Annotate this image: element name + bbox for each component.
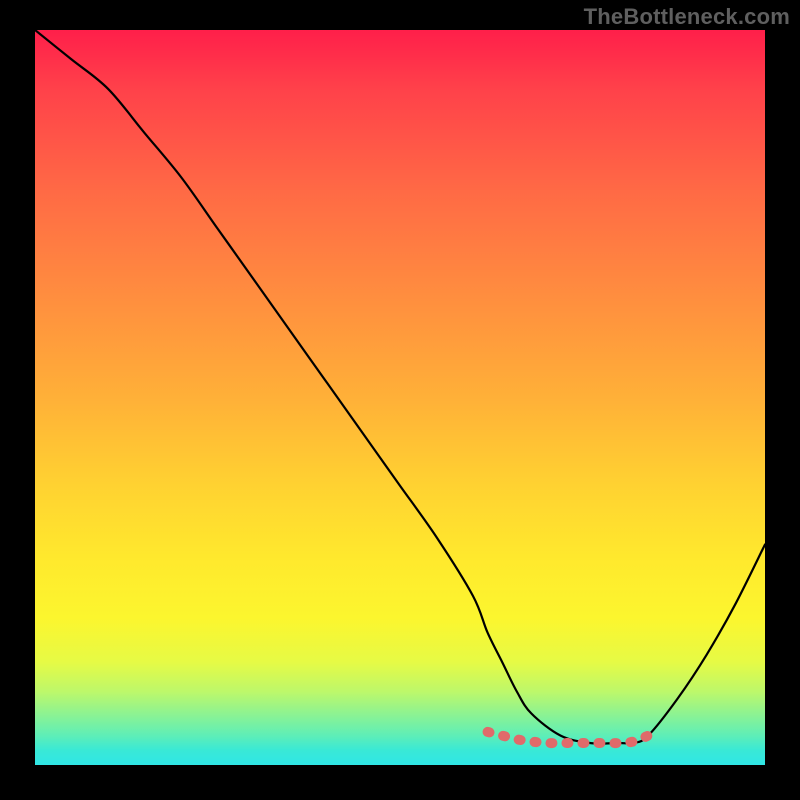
watermark-text: TheBottleneck.com [584,4,790,30]
plot-area [35,30,765,765]
chart-frame: TheBottleneck.com [0,0,800,800]
main-curve-path [35,30,765,744]
chart-svg [35,30,765,765]
